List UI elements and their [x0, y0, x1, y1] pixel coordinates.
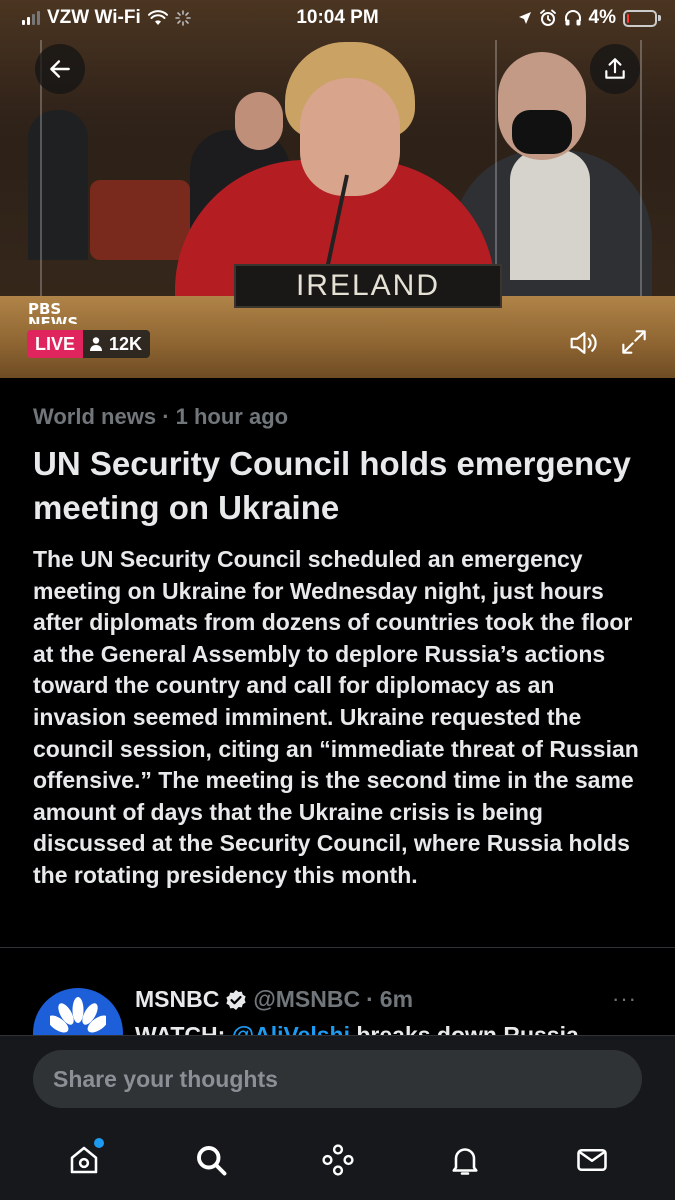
- glass-divider: [640, 40, 642, 300]
- tab-spaces[interactable]: [308, 1134, 368, 1186]
- bell-icon: [451, 1148, 478, 1175]
- headphones-icon: [564, 10, 581, 26]
- person-icon: [90, 337, 103, 351]
- tweet-more-button[interactable]: ···: [612, 986, 637, 1012]
- status-bar: VZW Wi-Fi 10:04 PM 4%: [0, 0, 675, 36]
- wifi-icon: [147, 10, 168, 25]
- tweet-author-name[interactable]: MSNBC: [135, 986, 219, 1013]
- tab-home[interactable]: [54, 1134, 114, 1186]
- reply-composer-input[interactable]: Share your thoughts: [33, 1050, 642, 1108]
- tweet-time: 6m: [379, 986, 414, 1012]
- battery-percent: 4%: [588, 7, 616, 28]
- search-icon: [196, 1146, 226, 1176]
- back-button[interactable]: [35, 44, 85, 94]
- pbs-news-logo: PBS NEWS: [28, 300, 84, 325]
- speaker-face: [300, 78, 400, 196]
- viewer-count: 12K: [109, 334, 143, 354]
- tweet-preview[interactable]: MSNBC @MSNBC · 6m ··· WATCH: @AliVelshi …: [0, 948, 675, 1038]
- tweet-separator: ·: [366, 986, 374, 1012]
- signal-icon: [22, 11, 40, 25]
- news-article: World news · 1 hour ago UN Security Coun…: [0, 378, 675, 948]
- battery-icon: [623, 9, 661, 27]
- alarm-icon: [539, 9, 556, 26]
- status-right: 4%: [518, 7, 661, 29]
- bottom-area: Share your thoughts: [0, 1035, 675, 1200]
- face-mask: [512, 110, 572, 154]
- spaces-icon: [321, 1144, 354, 1176]
- expand-icon: [622, 330, 646, 354]
- arrow-left-icon: [50, 60, 70, 78]
- live-badge: LIVE: [27, 330, 84, 358]
- status-left: VZW Wi-Fi: [22, 7, 191, 29]
- background-chairs: [90, 180, 190, 260]
- volume-button[interactable]: [566, 326, 600, 365]
- background-person-head: [235, 92, 283, 150]
- share-button[interactable]: [590, 44, 640, 94]
- country-nameplate: IRELAND: [234, 264, 502, 308]
- logo-line-2: NEWS: [28, 316, 84, 324]
- fullscreen-button[interactable]: [618, 326, 650, 363]
- tab-notifications[interactable]: [435, 1134, 495, 1186]
- article-time: 1 hour ago: [175, 404, 289, 429]
- avatar[interactable]: [33, 988, 123, 1038]
- mail-icon: [576, 1148, 607, 1172]
- article-category[interactable]: World news: [33, 404, 156, 429]
- verified-badge-icon: [226, 989, 246, 1010]
- article-meta: World news · 1 hour ago: [33, 404, 642, 430]
- tab-bar: [0, 1134, 675, 1186]
- logo-line-1: PBS: [28, 300, 62, 318]
- live-video-player[interactable]: IRELAND PBS NEWS LIVE 12K: [0, 0, 675, 378]
- article-body: The UN Security Council scheduled an eme…: [33, 546, 639, 888]
- article-headline: UN Security Council holds emergency meet…: [33, 445, 631, 526]
- peacock-logo-icon: [50, 997, 106, 1033]
- delegate-shirt: [510, 150, 590, 280]
- volume-icon: [570, 332, 597, 354]
- carrier-label: VZW Wi-Fi: [47, 7, 141, 28]
- tab-explore[interactable]: [181, 1134, 241, 1186]
- tab-messages[interactable]: [562, 1134, 622, 1186]
- activity-spinner-icon: [174, 10, 191, 26]
- location-arrow-icon: [518, 12, 531, 24]
- background-person: [28, 110, 88, 260]
- viewer-count-badge: 12K: [83, 330, 151, 358]
- share-icon: [605, 58, 625, 79]
- notification-dot: [93, 1138, 104, 1148]
- glass-divider: [495, 40, 497, 300]
- tweet-header: MSNBC @MSNBC · 6m: [135, 986, 413, 1013]
- tweet-handle[interactable]: @MSNBC: [253, 986, 360, 1013]
- live-indicator: LIVE 12K: [27, 330, 151, 358]
- meta-separator: ·: [162, 404, 170, 429]
